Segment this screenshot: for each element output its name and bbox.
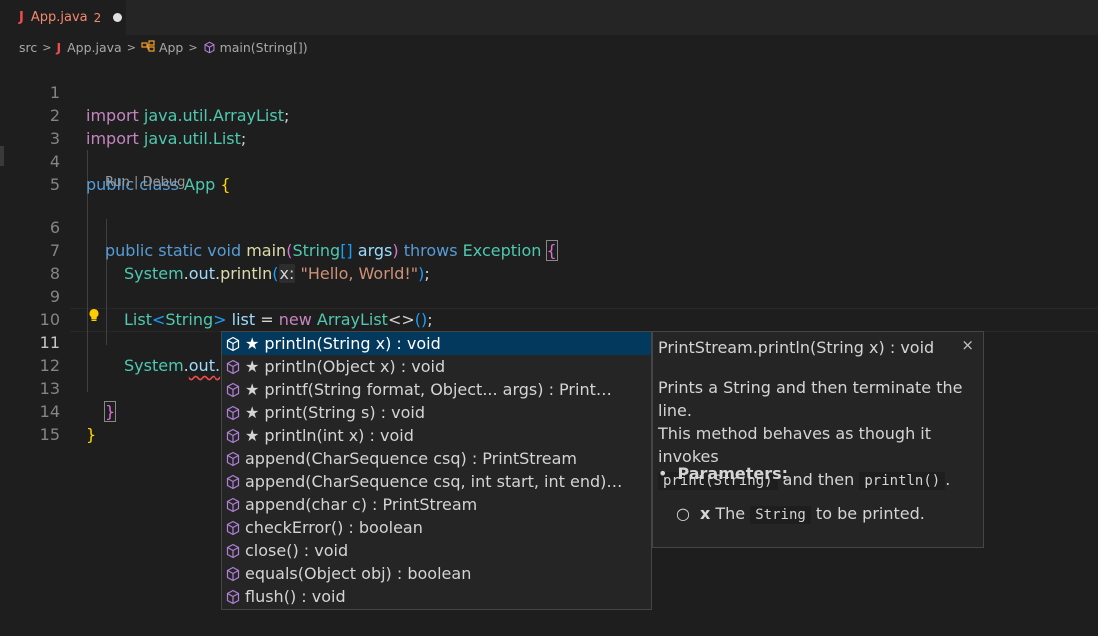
suggestion-item[interactable]: checkError() : boolean <box>222 516 651 539</box>
suggestion-item[interactable]: ★ println(String x) : void <box>222 332 651 355</box>
parameter-item: ○ x The String to be printed. <box>676 504 925 524</box>
method-icon <box>225 336 241 352</box>
method-icon <box>225 520 241 536</box>
chevron-right-icon: > <box>42 40 52 54</box>
suggestion-item[interactable]: flush() : void <box>222 585 651 608</box>
code-line: 9 List<String> list = new ArrayList<>(); <box>0 262 1098 329</box>
details-signature: PrintStream.println(String x) : void <box>658 338 935 357</box>
star-icon: ★ <box>245 403 260 422</box>
tab-app-java[interactable]: J App.java 2 <box>0 0 126 35</box>
method-icon <box>225 428 241 444</box>
breadcrumb-method[interactable]: main(String[]) <box>220 40 308 55</box>
circle-bullet-icon: ○ <box>676 504 690 523</box>
token-brace: { <box>220 175 231 194</box>
breadcrumb-src[interactable]: src <box>19 40 37 55</box>
description-line: Prints a String and then terminate the l… <box>658 378 963 420</box>
code-line-current: 11 System.out. <box>0 308 1098 375</box>
suggestion-item[interactable]: append(CharSequence csq, int start, int … <box>222 470 651 493</box>
close-icon[interactable]: × <box>961 336 974 354</box>
suggestion-item[interactable]: equals(Object obj) : boolean <box>222 562 651 585</box>
suggestion-label: append(CharSequence csq) : PrintStream <box>245 449 577 468</box>
code-line: 8 <box>0 239 1098 283</box>
java-file-icon: J <box>56 39 62 55</box>
method-icon <box>225 497 241 513</box>
line-number: 15 <box>39 425 60 444</box>
star-icon: ★ <box>245 357 260 376</box>
chevron-right-icon: > <box>126 40 136 54</box>
suggestion-item[interactable]: append(CharSequence csq) : PrintStream <box>222 447 651 470</box>
token-class-name: App <box>184 175 216 194</box>
code-line: 5 <box>0 150 1098 194</box>
codelens-run-debug[interactable]: Run | Debug <box>105 175 185 190</box>
breadcrumb-file[interactable]: App.java <box>67 40 122 55</box>
breadcrumb: src > J App.java > App > main(String[]) <box>0 36 1098 58</box>
unsaved-dot-icon[interactable] <box>113 13 123 22</box>
suggestion-label: print(String s) : void <box>264 403 426 422</box>
method-icon <box>225 543 241 559</box>
parameters-heading: • Parameters: <box>658 464 789 483</box>
tab-bar: J App.java 2 <box>0 0 1098 35</box>
breadcrumb-class[interactable]: App <box>159 40 183 55</box>
method-icon <box>225 382 241 398</box>
suggestion-label: append(char c) : PrintStream <box>245 495 478 514</box>
description-line: This method behaves as though it invokes <box>658 424 932 466</box>
star-icon: ★ <box>245 426 260 445</box>
chevron-right-icon: > <box>188 40 198 54</box>
method-icon <box>203 41 216 54</box>
bullet-icon: • <box>658 464 668 483</box>
suggestion-item[interactable]: ★ printf(String format, Object... args) … <box>222 378 651 401</box>
suggestion-label: printf(String format, Object... args) : … <box>264 380 612 399</box>
method-icon <box>225 474 241 490</box>
method-icon <box>225 451 241 467</box>
code-line: 4 public class App { <box>0 127 1098 194</box>
suggestion-label: checkError() : boolean <box>245 518 423 537</box>
suggestion-item[interactable]: close() : void <box>222 539 651 562</box>
method-icon <box>225 589 241 605</box>
problem-count-badge: 2 <box>93 10 102 25</box>
code-line: 7 System.out.println(x: "Hello, World!")… <box>0 216 1098 283</box>
method-icon <box>225 405 241 421</box>
method-icon <box>225 359 241 375</box>
code-line: 3 <box>0 104 1098 148</box>
star-icon: ★ <box>245 380 260 399</box>
suggestion-label: flush() : void <box>245 587 346 606</box>
suggestion-item[interactable]: ★ println(int x) : void <box>222 424 651 447</box>
suggestion-item[interactable]: append(char c) : PrintStream <box>222 493 651 516</box>
star-icon: ★ <box>245 334 260 353</box>
suggestion-item[interactable]: ★ print(String s) : void <box>222 401 651 424</box>
lightbulb-icon[interactable] <box>88 308 100 326</box>
suggestion-details-panel: PrintStream.println(String x) : void × P… <box>652 331 984 548</box>
tab-label: App.java <box>30 10 88 25</box>
inline-code: String <box>750 506 811 524</box>
suggestion-label: append(CharSequence csq, int start, int … <box>245 472 623 491</box>
suggestion-item[interactable]: ★ println(Object x) : void <box>222 355 651 378</box>
java-file-icon: J <box>19 10 24 25</box>
suggestion-label: println(Object x) : void <box>264 357 446 376</box>
suggest-widget[interactable]: ★ println(String x) : void ★ println(Obj… <box>221 331 652 610</box>
class-icon <box>141 39 155 55</box>
code-line: 2 import java.util.List; <box>0 81 1098 148</box>
code-line: 6 public static void main(String[] args)… <box>0 193 1098 261</box>
code-line: 10 <box>0 285 1098 329</box>
inline-code: println() <box>859 472 946 490</box>
suggestion-label: println(String x) : void <box>264 334 441 353</box>
suggestion-label: equals(Object obj) : boolean <box>245 564 472 583</box>
code-line: 1 import java.util.ArrayList; <box>0 58 1098 125</box>
token-brace: } <box>86 425 97 444</box>
suggestion-label: println(int x) : void <box>264 426 414 445</box>
method-icon <box>225 566 241 582</box>
suggestion-label: close() : void <box>245 541 349 560</box>
